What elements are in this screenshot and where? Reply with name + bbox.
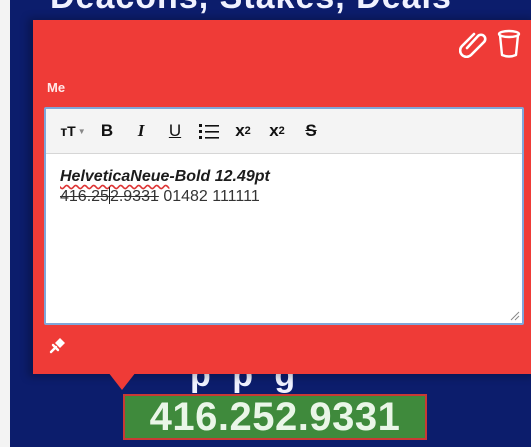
highlighted-phone-number[interactable]: 416.252.9331 [123, 394, 427, 440]
superscript-base: x [269, 121, 279, 140]
subscript-mark: 2 [244, 125, 251, 137]
italic-button[interactable]: I [124, 116, 158, 146]
superscript-mark: 2 [278, 125, 285, 137]
bullet-list-button[interactable] [192, 116, 226, 146]
resize-handle-icon[interactable] [508, 309, 520, 321]
subscript-base: x [235, 121, 245, 140]
replacement-text: 01482 111111 [158, 188, 260, 205]
font-name: HelveticaNeue [60, 168, 170, 185]
deleted-phone-part1: 416.25 [60, 188, 109, 205]
chevron-down-icon: ▼ [77, 126, 86, 136]
pin-icon[interactable] [47, 336, 67, 356]
strikethrough-button[interactable]: S [294, 116, 328, 146]
text-size-button[interactable]: тT ▼ [56, 116, 90, 146]
note-author: Me [47, 80, 66, 95]
font-info-line: HelveticaNeue-Bold 12.49pt [60, 168, 508, 186]
list-icon [199, 124, 219, 139]
text-size-icon: тT [60, 123, 76, 139]
underline-button[interactable]: U [158, 116, 192, 146]
superscript-button[interactable]: x2 [260, 116, 294, 146]
sticky-note-popup: Me тT ▼ B I U x2 x2 S HelveticaNeue-Bold… [33, 20, 531, 374]
subscript-button[interactable]: x2 [226, 116, 260, 146]
deleted-phone-part2: 2.9331 [109, 188, 159, 205]
font-details: -Bold 12.49pt [169, 168, 270, 185]
formatting-toolbar: тT ▼ B I U x2 x2 S [46, 109, 522, 154]
note-editor[interactable]: тT ▼ B I U x2 x2 S HelveticaNeue-Bold 12… [44, 107, 524, 325]
background-heading-text: Deacons, Stakes, Deals [50, 0, 452, 17]
note-text-area[interactable]: HelveticaNeue-Bold 12.49pt 416.252.9331 … [46, 154, 522, 206]
paperclip-icon[interactable] [458, 28, 487, 59]
edited-text-line: 416.252.9331 01482 111111 [60, 187, 508, 206]
deleted-phone-text: 416.252.9331 [60, 187, 159, 205]
bold-button[interactable]: B [90, 116, 124, 146]
note-pointer [108, 372, 136, 390]
trash-icon[interactable] [495, 28, 523, 58]
